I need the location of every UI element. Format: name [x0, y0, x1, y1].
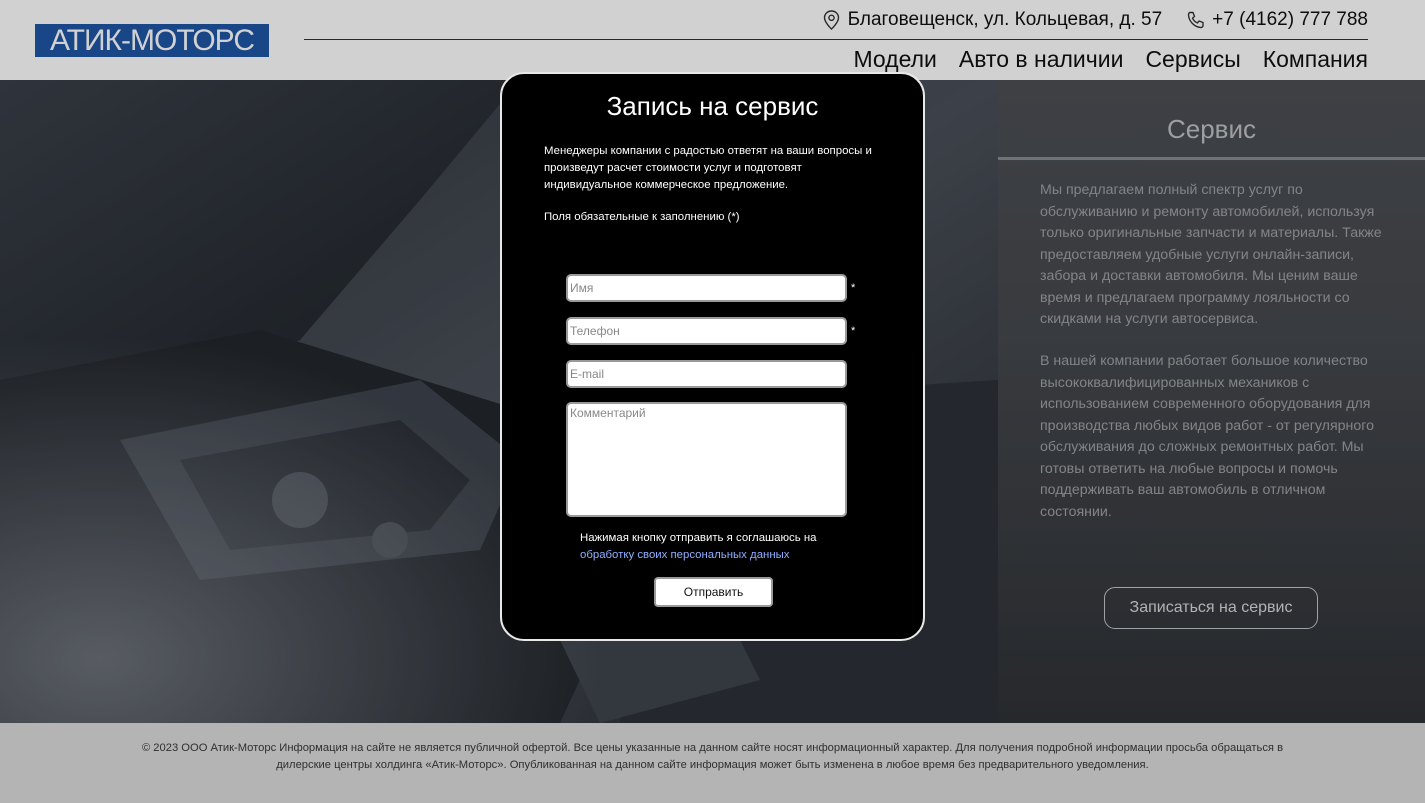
- phone-contact[interactable]: +7 (4162) 777 788: [1187, 9, 1368, 31]
- site-footer: © 2023 ООО Атик-Моторс Информация на сай…: [0, 723, 1425, 803]
- service-divider: [998, 157, 1425, 160]
- name-input[interactable]: [566, 274, 847, 302]
- consent-text: Нажимая кнопку отправить я соглашаюсь на: [580, 532, 817, 544]
- phone-text: +7 (4162) 777 788: [1212, 9, 1368, 30]
- submit-button[interactable]: Отправить: [654, 577, 773, 607]
- email-input[interactable]: [566, 360, 847, 388]
- nav-company[interactable]: Компания: [1263, 46, 1368, 73]
- nav-services[interactable]: Сервисы: [1145, 46, 1240, 73]
- address-text: Благовещенск, ул. Кольцевая, д. 57: [847, 9, 1163, 30]
- service-booking-modal: Запись на сервис Менеджеры компании с ра…: [500, 72, 925, 641]
- nav-models[interactable]: Модели: [853, 46, 936, 73]
- service-paragraph-1: Мы предлагаем полный спектр услуг по обс…: [1040, 182, 1382, 327]
- service-paragraph-2: В нашей компании работает большое количе…: [1040, 353, 1374, 520]
- personal-data-link[interactable]: обработку своих персональных данных: [580, 547, 816, 564]
- service-panel: Сервис Мы предлагаем полный спектр услуг…: [998, 80, 1425, 723]
- map-pin-icon: [823, 10, 839, 30]
- phone-input[interactable]: [566, 317, 847, 345]
- main-nav: Модели Авто в наличии Сервисы Компания: [831, 46, 1368, 73]
- comment-textarea[interactable]: [566, 402, 847, 517]
- header-divider: [304, 39, 1368, 40]
- name-required-mark: *: [851, 282, 856, 294]
- site-header: АТИК-МОТОРС Благовещенск, ул. Кольцевая,…: [0, 0, 1425, 80]
- book-service-button[interactable]: Записаться на сервис: [1104, 587, 1318, 629]
- consent-block: Нажимая кнопку отправить я соглашаюсь на…: [580, 530, 816, 564]
- modal-title: Запись на сервис: [606, 91, 819, 121]
- nav-cars-in-stock[interactable]: Авто в наличии: [959, 46, 1124, 73]
- phone-required-mark: *: [851, 325, 856, 337]
- address-contact: Благовещенск, ул. Кольцевая, д. 57: [823, 9, 1163, 31]
- phone-icon: [1187, 11, 1204, 29]
- required-fields-note: Поля обязательные к заполнению (*): [544, 211, 740, 223]
- service-title: Сервис: [1166, 114, 1257, 144]
- company-logo[interactable]: АТИК-МОТОРС: [35, 24, 269, 57]
- footer-disclaimer: © 2023 ООО Атик-Моторс Информация на сай…: [141, 742, 1284, 771]
- modal-description: Менеджеры компании с радостью ответят на…: [544, 145, 872, 191]
- header-contacts: Благовещенск, ул. Кольцевая, д. 57 +7 (4…: [798, 8, 1368, 32]
